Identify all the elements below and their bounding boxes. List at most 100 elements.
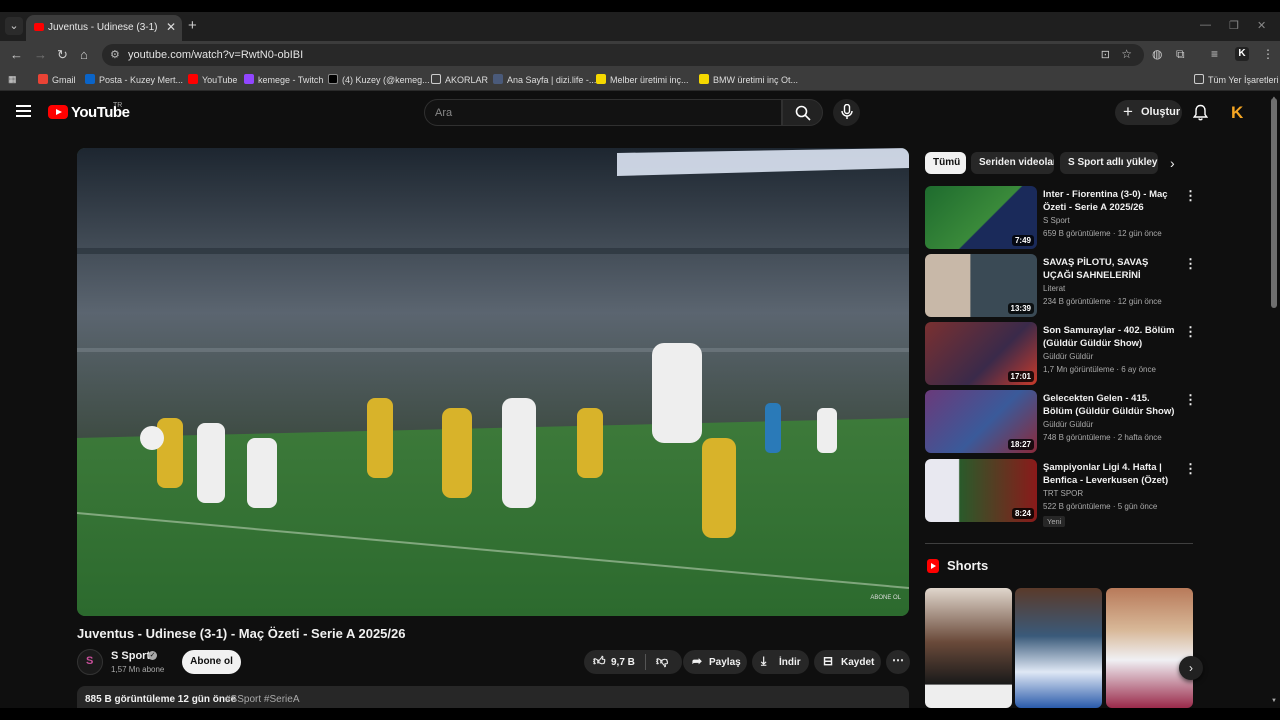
profile-k-icon[interactable]: K xyxy=(1235,47,1249,61)
bookmark-outlook[interactable]: Posta - Kuzey Mert... xyxy=(85,74,183,85)
subscribe-watermark[interactable]: ABONE OL xyxy=(870,594,901,602)
recommendation-channel[interactable]: Literat xyxy=(1043,284,1065,293)
folder-icon xyxy=(431,74,441,84)
bookmark-star-icon[interactable]: ☆ xyxy=(1121,47,1132,61)
like-button[interactable]: 👍︎ 9,7 B xyxy=(584,650,645,674)
channel-avatar[interactable] xyxy=(77,649,103,675)
chip-uploader[interactable]: S Sport adlı yükleyiciden xyxy=(1060,152,1158,174)
recommendation-title[interactable]: Inter - Fiorentina (3-0) - Maç Özeti - S… xyxy=(1043,188,1179,214)
recommendation-title[interactable]: SAVAŞ PİLOTU, SAVAŞ UÇAĞI SAHNELERİNİ İZ… xyxy=(1043,256,1179,282)
recommendation-channel[interactable]: S Sport xyxy=(1043,216,1070,225)
video-thumbnail[interactable]: 13:39 xyxy=(925,254,1037,317)
recommendation-title[interactable]: Gelecekten Gelen - 415. Bölüm (Güldür Gü… xyxy=(1043,392,1179,418)
minimize-icon[interactable]: — xyxy=(1200,19,1211,31)
video-thumbnail[interactable]: 18:27 xyxy=(925,390,1037,453)
site-settings-icon[interactable]: ⚙ xyxy=(110,48,120,61)
search-box[interactable] xyxy=(424,99,782,126)
new-badge: Yeni xyxy=(1043,516,1066,527)
apps-grid-icon[interactable]: ▦ xyxy=(8,74,17,85)
back-icon[interactable]: ← xyxy=(10,47,23,62)
new-tab-icon[interactable]: + xyxy=(188,17,197,34)
more-actions-button[interactable]: ⋯ xyxy=(886,650,910,674)
save-label: Kaydet xyxy=(841,657,875,668)
create-button[interactable]: + Oluştur xyxy=(1115,100,1182,125)
notifications-bell-icon[interactable] xyxy=(1192,104,1209,126)
bookmark-x[interactable]: (4) Kuzey (@kemeg... xyxy=(328,74,430,85)
recommendation-channel[interactable]: Güldür Güldür xyxy=(1043,352,1093,361)
recommendation-item[interactable]: 7:49 Inter - Fiorentina (3-0) - Maç Özet… xyxy=(925,186,1197,250)
recommendation-item[interactable]: 8:24 Şampiyonlar Ligi 4. Hafta | Benfica… xyxy=(925,459,1197,527)
recommendation-title[interactable]: Şampiyonlar Ligi 4. Hafta | Benfica - Le… xyxy=(1043,461,1179,487)
more-vertical-icon[interactable]: ⋮ xyxy=(1184,188,1197,204)
hamburger-menu-icon[interactable] xyxy=(16,105,31,117)
recommendation-item[interactable]: 13:39 SAVAŞ PİLOTU, SAVAŞ UÇAĞI SAHNELER… xyxy=(925,254,1197,318)
dislike-button[interactable]: 👎︎ xyxy=(646,650,682,674)
recommendation-meta: 748 B görüntüleme · 2 hafta önce xyxy=(1043,433,1162,442)
more-vertical-icon[interactable]: ⋮ xyxy=(1184,324,1197,340)
tab-close-icon[interactable]: ✕ xyxy=(166,20,176,34)
microphone-icon xyxy=(841,104,853,119)
duration-badge: 17:01 xyxy=(1007,371,1034,382)
extension-icon[interactable]: ◍ xyxy=(1152,47,1162,61)
recommendation-item[interactable]: 17:01 Son Samuraylar - 402. Bölüm (Güldü… xyxy=(925,322,1197,386)
bookmark-melber[interactable]: Melber üretimi inç... xyxy=(596,74,689,85)
install-app-icon[interactable]: ⊡ xyxy=(1101,48,1110,61)
shorts-next-button[interactable]: › xyxy=(1179,656,1203,680)
reload-icon[interactable]: ↻ xyxy=(57,47,68,63)
plus-icon: + xyxy=(1123,102,1133,121)
restore-icon[interactable]: ❐ xyxy=(1229,19,1239,32)
forward-icon[interactable]: → xyxy=(34,47,47,62)
save-button[interactable]: ⊟ Kaydet xyxy=(814,650,881,674)
video-player[interactable]: ABONE OL xyxy=(77,148,909,616)
hashtags[interactable]: #SSport #SerieA xyxy=(225,694,300,705)
short-thumbnail[interactable] xyxy=(1015,588,1102,708)
video-thumbnail[interactable]: 17:01 xyxy=(925,322,1037,385)
short-thumbnail[interactable] xyxy=(925,588,1012,708)
media-control-icon[interactable]: ≡ xyxy=(1211,47,1218,61)
recommendation-channel[interactable]: Güldür Güldür xyxy=(1043,420,1093,429)
youtube-header: YouTube TR + Oluştur K xyxy=(0,92,1280,134)
bookmark-dizilife[interactable]: Ana Sayfa | dizi.life -... xyxy=(493,74,596,85)
more-vertical-icon[interactable]: ⋮ xyxy=(1184,392,1197,408)
bookmark-bmw[interactable]: BMW üretimi inç Ot... xyxy=(699,74,798,85)
chips-next-icon[interactable]: › xyxy=(1170,155,1175,171)
bookmark-twitch[interactable]: kemege - Twitch xyxy=(244,74,323,85)
tab-search-icon[interactable]: ⌄ xyxy=(5,17,23,35)
share-button[interactable]: ➦ Paylaş xyxy=(683,650,747,674)
video-thumbnail[interactable]: 8:24 xyxy=(925,459,1037,522)
chip-all[interactable]: Tümü xyxy=(925,152,966,174)
browser-menu-icon[interactable]: ⋮ xyxy=(1262,47,1274,61)
browser-tab[interactable]: Juventus - Udinese (3-1) - Maç ✕ xyxy=(26,15,182,41)
account-avatar[interactable]: K xyxy=(1231,103,1243,123)
bookmark-folder-akorlar[interactable]: AKORLAR xyxy=(431,74,488,85)
download-button[interactable]: ⤓ İndir xyxy=(752,650,809,674)
channel-name[interactable]: S Sport xyxy=(111,650,150,662)
search-input[interactable] xyxy=(435,107,755,119)
more-vertical-icon[interactable]: ⋮ xyxy=(1184,461,1197,477)
search-button[interactable] xyxy=(782,99,823,126)
address-bar[interactable]: ⚙ youtube.com/watch?v=RwtN0-obIBI ⊡ ☆ xyxy=(102,44,1144,66)
recommendation-channel[interactable]: TRT SPOR xyxy=(1043,489,1083,498)
more-vertical-icon[interactable]: ⋮ xyxy=(1184,256,1197,272)
bookmark-youtube[interactable]: YouTube xyxy=(188,74,237,85)
recommendation-item[interactable]: 18:27 Gelecekten Gelen - 415. Bölüm (Gül… xyxy=(925,390,1197,454)
voice-search-button[interactable] xyxy=(833,99,860,126)
all-bookmarks[interactable]: Tüm Yer İşaretleri xyxy=(1194,74,1279,85)
extensions-puzzle-icon[interactable]: ⧉ xyxy=(1176,47,1185,62)
home-icon[interactable]: ⌂ xyxy=(80,47,88,62)
search-icon xyxy=(795,105,811,121)
recommendation-title[interactable]: Son Samuraylar - 402. Bölüm (Güldür Güld… xyxy=(1043,324,1179,350)
subscribe-button[interactable]: Abone ol xyxy=(182,650,241,674)
duration-badge: 7:49 xyxy=(1011,235,1034,246)
video-thumbnail[interactable]: 7:49 xyxy=(925,186,1037,249)
bookmark-gmail[interactable]: Gmail xyxy=(38,74,76,85)
bookmark-icon: ⊟ xyxy=(823,654,834,668)
scroll-down-arrow-icon[interactable]: ▼ xyxy=(1271,698,1277,704)
short-thumbnail[interactable] xyxy=(1106,588,1193,708)
outlook-icon xyxy=(85,74,95,84)
youtube-logo-icon[interactable] xyxy=(48,105,68,119)
page-scrollbar[interactable] xyxy=(1271,98,1277,308)
close-window-icon[interactable]: ✕ xyxy=(1257,19,1266,32)
chip-series[interactable]: Seriden videolar xyxy=(971,152,1054,174)
folder-icon xyxy=(1194,74,1204,84)
